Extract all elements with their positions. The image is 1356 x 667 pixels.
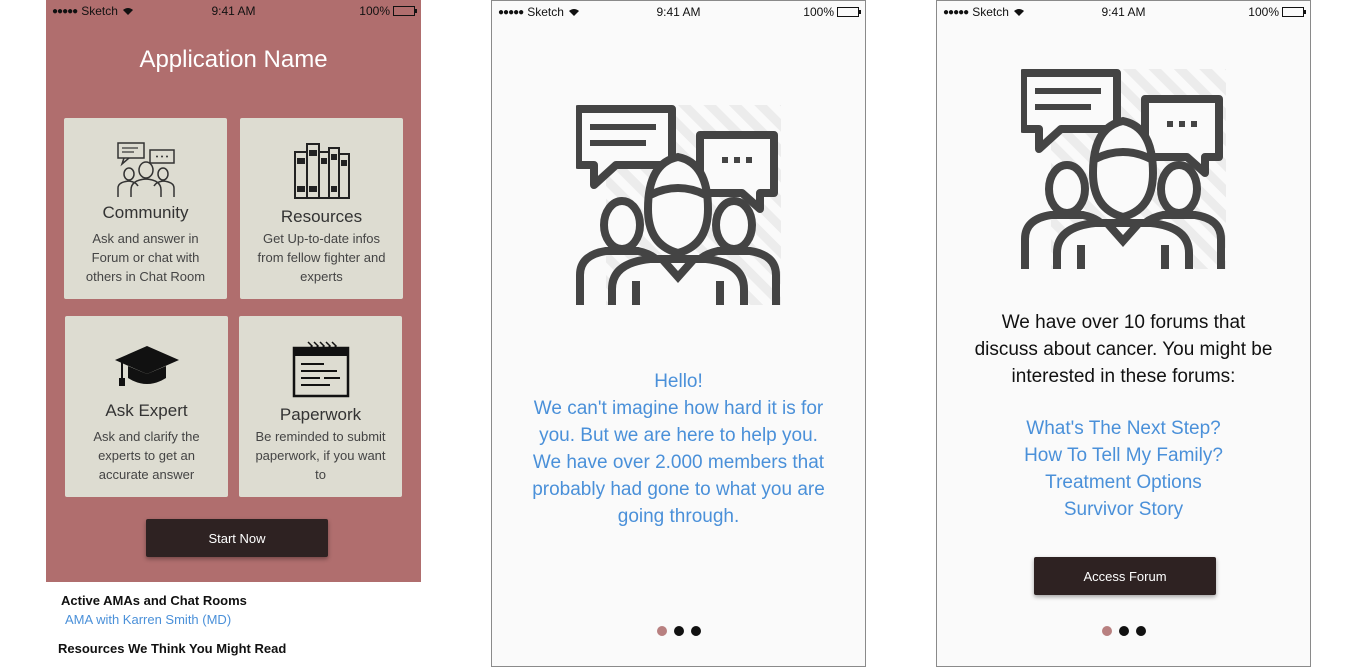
battery-indicator: 100% xyxy=(359,4,417,18)
page-dot-active[interactable] xyxy=(1101,626,1112,636)
ama-link[interactable]: AMA with Karren Smith (MD) xyxy=(65,612,231,627)
battery-label: 100% xyxy=(803,5,834,19)
hello-line: Hello! xyxy=(654,371,703,392)
onboarding-screen-1: ●●●●● Sketch 9:41 AM 100% Hello! We can'… xyxy=(491,0,866,667)
resources-heading: Resources We Think You Might Read xyxy=(58,641,287,656)
status-bar: ●●●●● Sketch 9:41 AM 100% xyxy=(46,0,421,22)
intro-line: discuss about cancer. You might be xyxy=(974,339,1273,360)
community-card[interactable]: Community Ask and answer in Forum or cha… xyxy=(64,118,227,299)
page-dot[interactable] xyxy=(1135,626,1146,636)
graduation-cap-icon xyxy=(65,344,228,388)
battery-icon xyxy=(393,6,417,16)
battery-indicator: 100% xyxy=(1248,5,1306,19)
card-title: Paperwork xyxy=(279,405,362,424)
message-line: We can't imagine how hard it is for xyxy=(533,398,824,419)
community-icon xyxy=(64,140,227,198)
battery-icon xyxy=(837,7,861,17)
status-bar: ●●●●● Sketch 9:41 AM 100% xyxy=(492,1,865,23)
card-description: Get Up-to-date infos from fellow fighter… xyxy=(257,231,386,284)
page-dot[interactable] xyxy=(1118,626,1129,636)
onboarding-screen-2: ●●●●● Sketch 9:41 AM 100% We have over 1… xyxy=(936,0,1311,667)
message-line: We have over 2.000 members that xyxy=(532,452,825,473)
status-bar: ●●●●● Sketch 9:41 AM 100% xyxy=(937,1,1310,23)
home-screen: ●●●●● Sketch 9:41 AM 100% Application Na… xyxy=(46,0,421,667)
message-line: going through. xyxy=(617,506,740,527)
battery-icon xyxy=(1282,7,1306,17)
access-forum-button[interactable]: Access Forum xyxy=(1034,557,1216,595)
message-line: you. But we are here to help you. xyxy=(539,425,818,446)
community-illustration-icon xyxy=(1021,69,1227,273)
battery-indicator: 100% xyxy=(803,5,861,19)
forum-link-treatment-options[interactable]: Treatment Options xyxy=(937,469,1310,496)
ask-expert-card[interactable]: Ask Expert Ask and clarify the experts t… xyxy=(65,316,228,497)
start-now-button[interactable]: Start Now xyxy=(146,519,328,557)
page-dot[interactable] xyxy=(690,626,701,636)
intro-line: We have over 10 forums that xyxy=(1001,312,1246,333)
forum-link-survivor-story[interactable]: Survivor Story xyxy=(937,496,1310,523)
card-description: Ask and clarify the experts to get an ac… xyxy=(93,429,200,482)
card-title: Ask Expert xyxy=(105,401,188,420)
forum-link-next-step[interactable]: What's The Next Step? xyxy=(937,415,1310,442)
resources-card[interactable]: Resources Get Up-to-date infos from fell… xyxy=(240,118,403,299)
page-dot[interactable] xyxy=(673,626,684,636)
battery-label: 100% xyxy=(359,4,390,18)
forum-link-tell-family[interactable]: How To Tell My Family? xyxy=(937,442,1310,469)
forums-intro: We have over 10 forums that discuss abou… xyxy=(937,309,1310,390)
welcome-message: Hello! We can't imagine how hard it is f… xyxy=(492,368,865,530)
card-title: Community xyxy=(102,203,189,222)
forum-list: What's The Next Step? How To Tell My Fam… xyxy=(937,415,1310,523)
books-icon xyxy=(240,142,403,200)
calendar-icon xyxy=(239,340,402,398)
message-line: probably had gone to what you are xyxy=(532,479,825,500)
card-description: Ask and answer in Forum or chat with oth… xyxy=(85,231,206,284)
intro-line: interested in these forums: xyxy=(1011,366,1236,387)
card-title: Resources xyxy=(280,207,363,226)
community-illustration-icon xyxy=(576,105,782,309)
page-dot-active[interactable] xyxy=(656,626,667,636)
paperwork-card[interactable]: Paperwork Be reminded to submit paperwor… xyxy=(239,316,402,497)
battery-label: 100% xyxy=(1248,5,1279,19)
active-amas-heading: Active AMAs and Chat Rooms xyxy=(61,593,247,608)
page-indicator[interactable] xyxy=(492,626,865,636)
card-description: Be reminded to submit paperwork, if you … xyxy=(255,429,386,482)
app-title: Application Name xyxy=(139,46,328,73)
page-indicator[interactable] xyxy=(937,626,1310,636)
